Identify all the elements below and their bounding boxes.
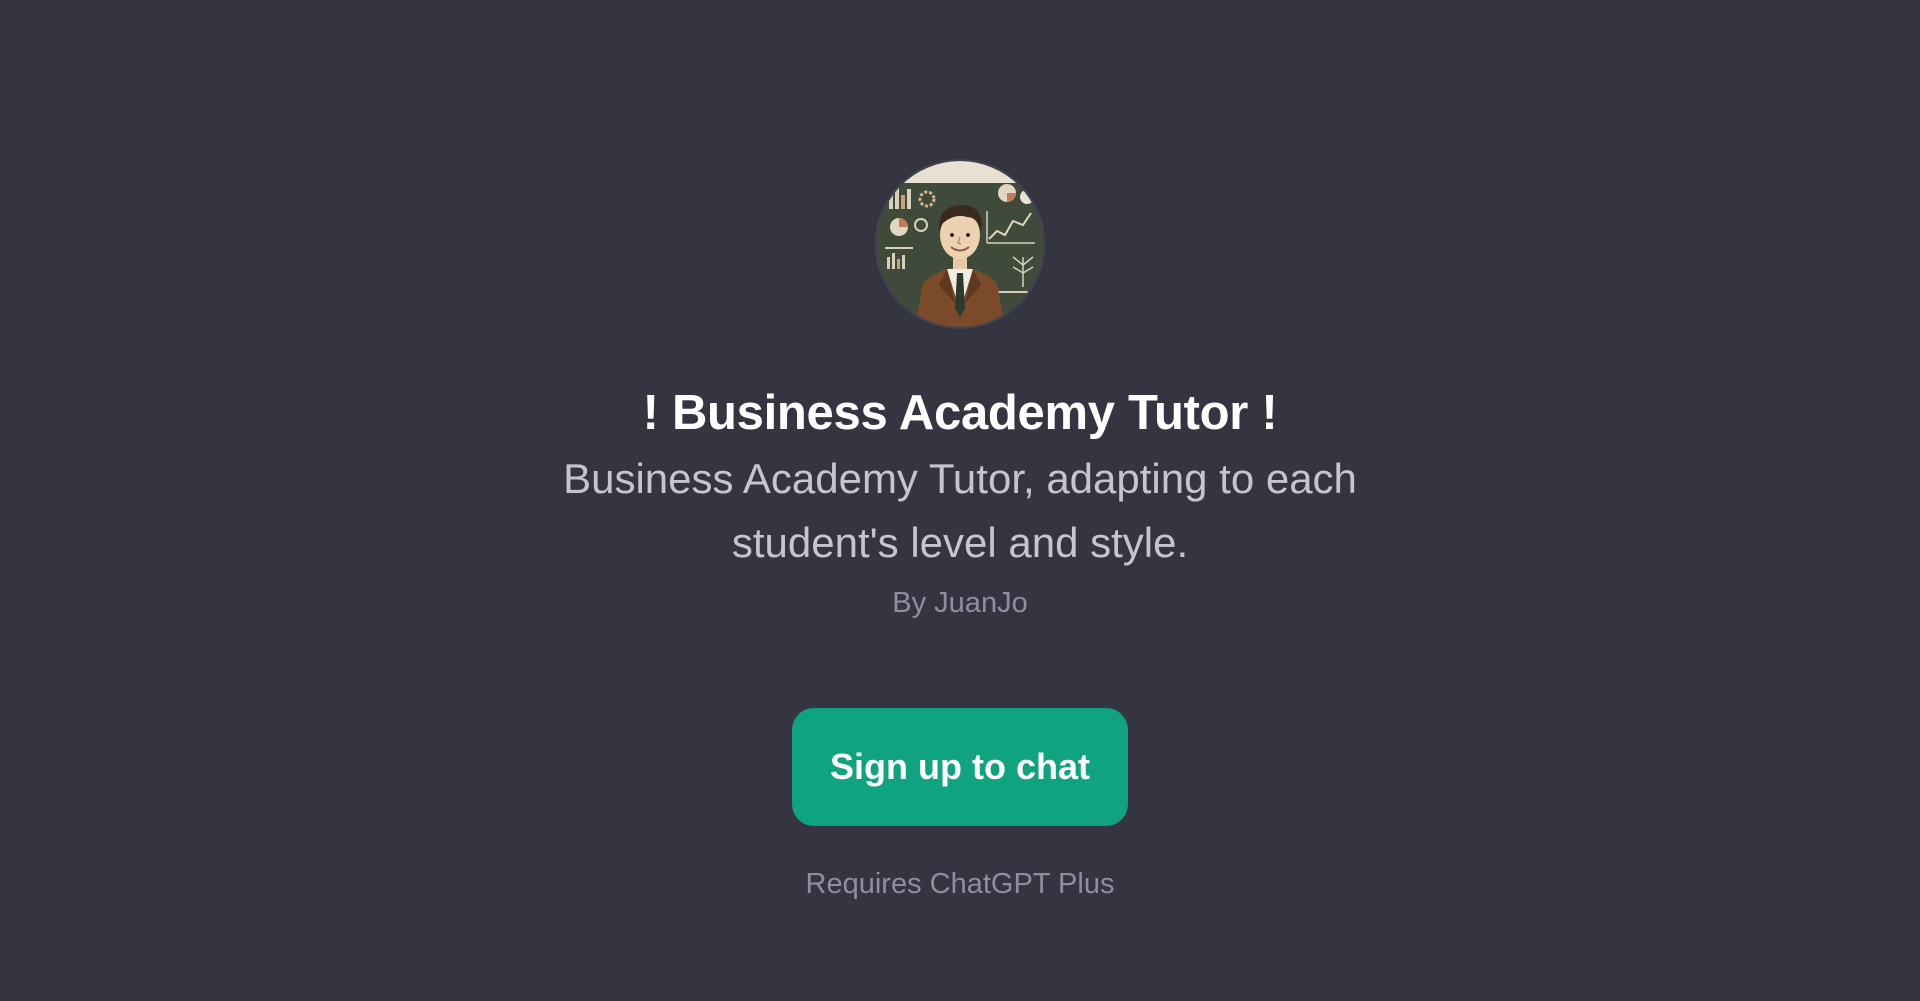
gpt-author: By JuanJo xyxy=(892,587,1028,619)
gpt-description: Business Academy Tutor, adapting to each… xyxy=(563,455,1357,566)
sign-up-to-chat-button[interactable]: Sign up to chat xyxy=(792,708,1128,826)
gpt-title: ! Business Academy Tutor ! xyxy=(642,386,1278,440)
business-tutor-avatar-icon xyxy=(877,161,1043,327)
gpt-avatar xyxy=(877,161,1043,327)
requirement-note: Requires ChatGPT Plus xyxy=(805,868,1115,900)
gpt-landing-page: ! Business Academy Tutor ! Business Acad… xyxy=(0,0,1920,1001)
